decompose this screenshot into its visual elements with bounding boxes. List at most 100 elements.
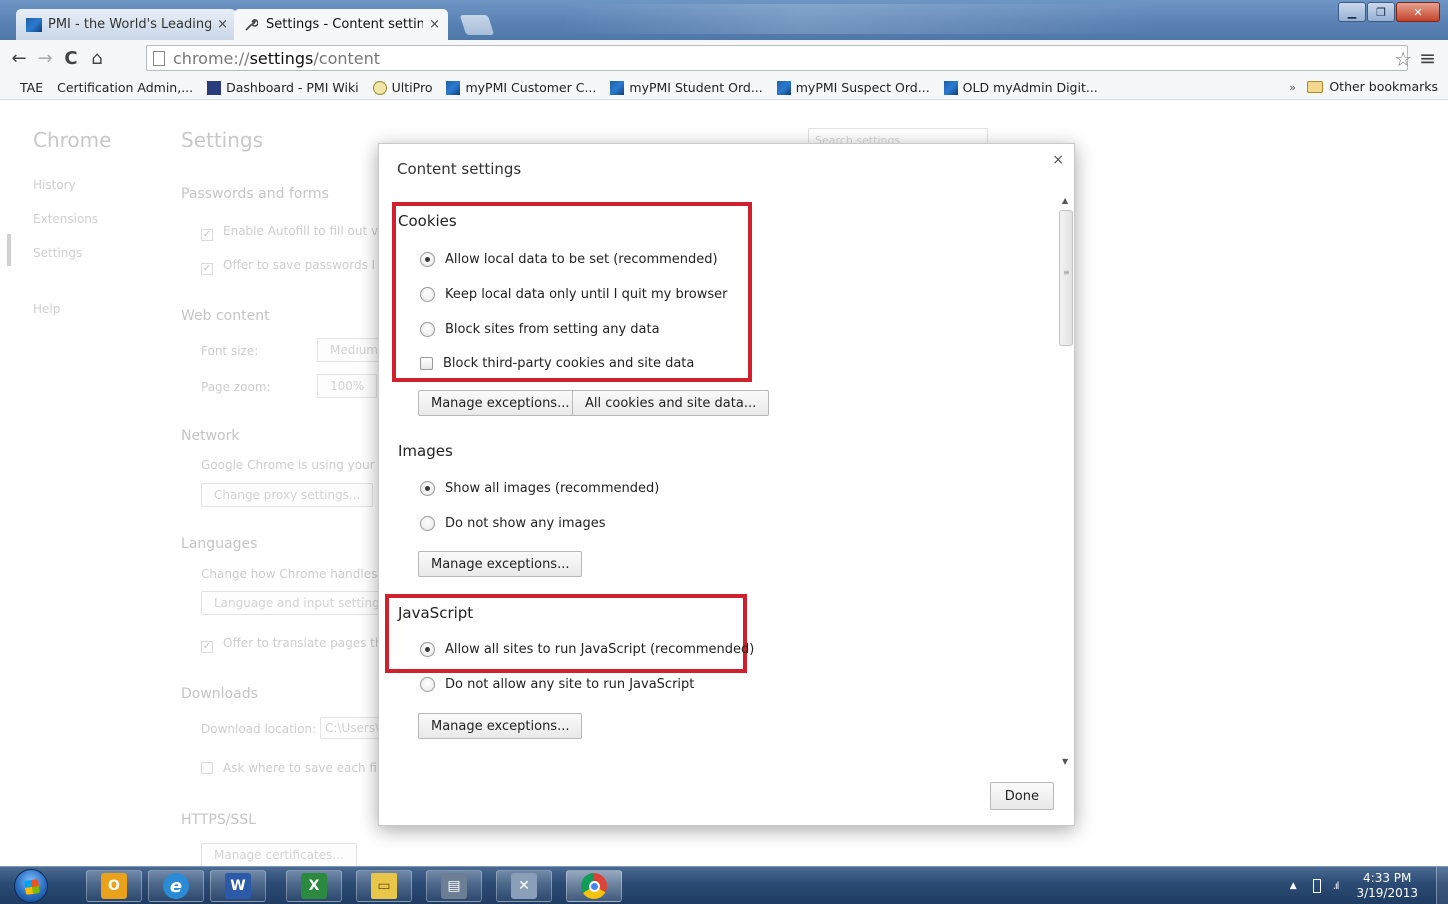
taskbar-excel[interactable]: X [286, 870, 342, 902]
chrome-menu-icon[interactable]: ≡ [1419, 46, 1436, 70]
taskbar-word[interactable]: W [210, 870, 266, 902]
bookmark-ultipro[interactable]: UltiPro [372, 80, 432, 95]
autofill-label: Enable Autofill to fill out v [223, 224, 379, 238]
dialog-scrollbar[interactable]: ▲ ≡ ▼ [1059, 192, 1073, 770]
clock[interactable]: 4:33 PM 3/19/2013 [1356, 871, 1418, 901]
ask-where-label: Ask where to save each fil [223, 761, 381, 775]
check-icon: ✓ [201, 263, 213, 275]
tab-settings[interactable]: Settings - Content setting × [234, 9, 448, 40]
home-icon[interactable]: ⌂ [84, 48, 110, 69]
save-passwords-checkbox[interactable]: ✓ Offer to save passwords I [201, 258, 375, 275]
show-hidden-icons-icon[interactable]: ▲ [1290, 881, 1297, 891]
javascript-manage-exceptions-button[interactable]: Manage exceptions... [418, 713, 583, 739]
taskbar-ie[interactable]: e [148, 870, 204, 902]
tab-pmi[interactable]: PMI - the World's Leading × [16, 9, 236, 40]
outlook-icon: O [101, 873, 127, 899]
download-location-field[interactable]: C:\Users\ [320, 717, 385, 739]
new-tab-button[interactable] [459, 15, 495, 35]
nav-extensions[interactable]: Extensions [33, 212, 111, 226]
taskbar-tools[interactable]: ✕ [496, 870, 552, 902]
done-button[interactable]: Done [989, 782, 1054, 810]
nav-settings[interactable]: Settings [33, 246, 111, 260]
close-window-icon[interactable]: ✕ [1396, 2, 1440, 22]
bookmark-mypmi-student[interactable]: myPMI Student Ord... [610, 80, 763, 95]
bookmarks-bar: TAE Certification Admin,... Dashboard - … [0, 76, 1448, 189]
bookmark-pmi-wiki[interactable]: Dashboard - PMI Wiki [207, 80, 359, 95]
bookmark-label: myPMI Suspect Ord... [795, 80, 930, 95]
bookmarks-overflow-icon[interactable]: » [1289, 81, 1296, 94]
cookies-header: Cookies [398, 212, 457, 230]
back-icon[interactable]: ← [6, 48, 32, 69]
title-bar: PMI - the World's Leading × Settings - C… [0, 0, 1448, 40]
taskbar-explorer[interactable]: ▭ [356, 870, 412, 902]
show-desktop-button[interactable] [1436, 867, 1448, 904]
bookmark-tae[interactable]: TAE [0, 80, 43, 189]
check-icon: ✓ [201, 641, 213, 653]
tools-icon: ✕ [511, 873, 537, 899]
nav-selection-bar [7, 234, 11, 266]
scroll-down-icon[interactable]: ▼ [1062, 757, 1068, 766]
minimize-icon[interactable]: ▁ [1338, 2, 1366, 22]
nav-help[interactable]: Help [33, 302, 111, 316]
pmi-icon [776, 80, 791, 95]
language-input-button[interactable]: Language and input setting [201, 591, 393, 615]
grip-icon: ≡ [1063, 268, 1070, 277]
bookmark-label: myPMI Student Ord... [629, 80, 763, 95]
cookies-session-only-radio[interactable]: Keep local data only until I quit my bro… [420, 287, 727, 302]
pmi-icon [446, 80, 461, 95]
radio-icon [420, 516, 435, 531]
option-label: Do not show any images [445, 516, 606, 531]
change-proxy-button[interactable]: Change proxy settings... [201, 483, 374, 507]
checkbox-icon [420, 357, 433, 370]
option-label: Do not allow any site to run JavaScript [445, 677, 695, 692]
scroll-thumb[interactable]: ≡ [1059, 210, 1073, 346]
autofill-checkbox[interactable]: ✓ Enable Autofill to fill out v [201, 224, 378, 241]
translate-checkbox[interactable]: ✓ Offer to translate pages th [201, 636, 383, 653]
bookmark-mypmi-customer[interactable]: myPMI Customer C... [446, 80, 596, 95]
images-manage-exceptions-button[interactable]: Manage exceptions... [418, 551, 583, 577]
folder-icon [1307, 80, 1324, 93]
cookies-allow-radio[interactable]: Allow local data to be set (recommended) [420, 252, 718, 267]
bookmark-old-myadmin[interactable]: OLD myAdmin Digit... [943, 80, 1098, 95]
nav-history[interactable]: History [33, 178, 111, 192]
bookmark-star-icon[interactable]: ☆ [1394, 47, 1412, 71]
taskbar-outlook[interactable]: O [86, 870, 142, 902]
restore-icon[interactable]: ❐ [1367, 2, 1395, 22]
taskbar-scanner[interactable]: ▤ [426, 870, 482, 902]
page-zoom-select[interactable]: 100% [317, 374, 378, 398]
block-third-party-checkbox[interactable]: Block third-party cookies and site data [420, 356, 694, 371]
other-bookmarks[interactable]: Other bookmarks [1307, 79, 1438, 94]
ask-where-checkbox[interactable]: Ask where to save each fil [201, 761, 380, 775]
radio-icon [420, 677, 435, 692]
tab-close-icon[interactable]: × [217, 17, 228, 32]
cookies-block-radio[interactable]: Block sites from setting any data [420, 322, 660, 337]
check-icon: ✓ [201, 229, 213, 241]
forward-icon[interactable]: → [32, 48, 58, 69]
title-bar-glass [560, 4, 1160, 34]
scroll-up-icon[interactable]: ▲ [1062, 196, 1068, 205]
close-icon[interactable]: × [1052, 152, 1064, 168]
images-show-all-radio[interactable]: Show all images (recommended) [420, 481, 659, 496]
battery-icon[interactable] [1312, 879, 1321, 893]
bookmark-certification-admin[interactable]: Certification Admin,... [0, 80, 193, 189]
javascript-block-radio[interactable]: Do not allow any site to run JavaScript [420, 677, 694, 692]
word-icon: W [225, 873, 251, 899]
start-button[interactable] [14, 869, 48, 903]
url-text: chrome://settings/content [173, 48, 381, 68]
taskbar-chrome[interactable] [566, 870, 622, 902]
address-bar[interactable]: chrome://settings/content [146, 45, 1408, 71]
chrome-brand: Chrome [33, 128, 112, 152]
windows-taskbar: O e W X ▭ ▤ ✕ ▲ .ıl 4:33 PM 3/19/2013 [0, 866, 1448, 904]
reload-icon[interactable]: C [58, 48, 84, 69]
manage-certificates-button[interactable]: Manage certificates... [201, 843, 357, 866]
images-do-not-show-radio[interactable]: Do not show any images [420, 516, 606, 531]
all-cookies-button[interactable]: All cookies and site data... [572, 390, 770, 416]
tab-close-icon[interactable]: × [429, 17, 440, 32]
javascript-allow-radio[interactable]: Allow all sites to run JavaScript (recom… [420, 642, 754, 657]
radio-selected-icon [420, 252, 435, 267]
cookies-manage-exceptions-button[interactable]: Manage exceptions... [418, 390, 583, 416]
bookmark-mypmi-suspect[interactable]: myPMI Suspect Ord... [776, 80, 930, 95]
tab-title: Settings - Content setting [266, 17, 424, 32]
downloads-header: Downloads [181, 686, 258, 702]
signal-icon[interactable]: .ıl [1333, 881, 1340, 892]
